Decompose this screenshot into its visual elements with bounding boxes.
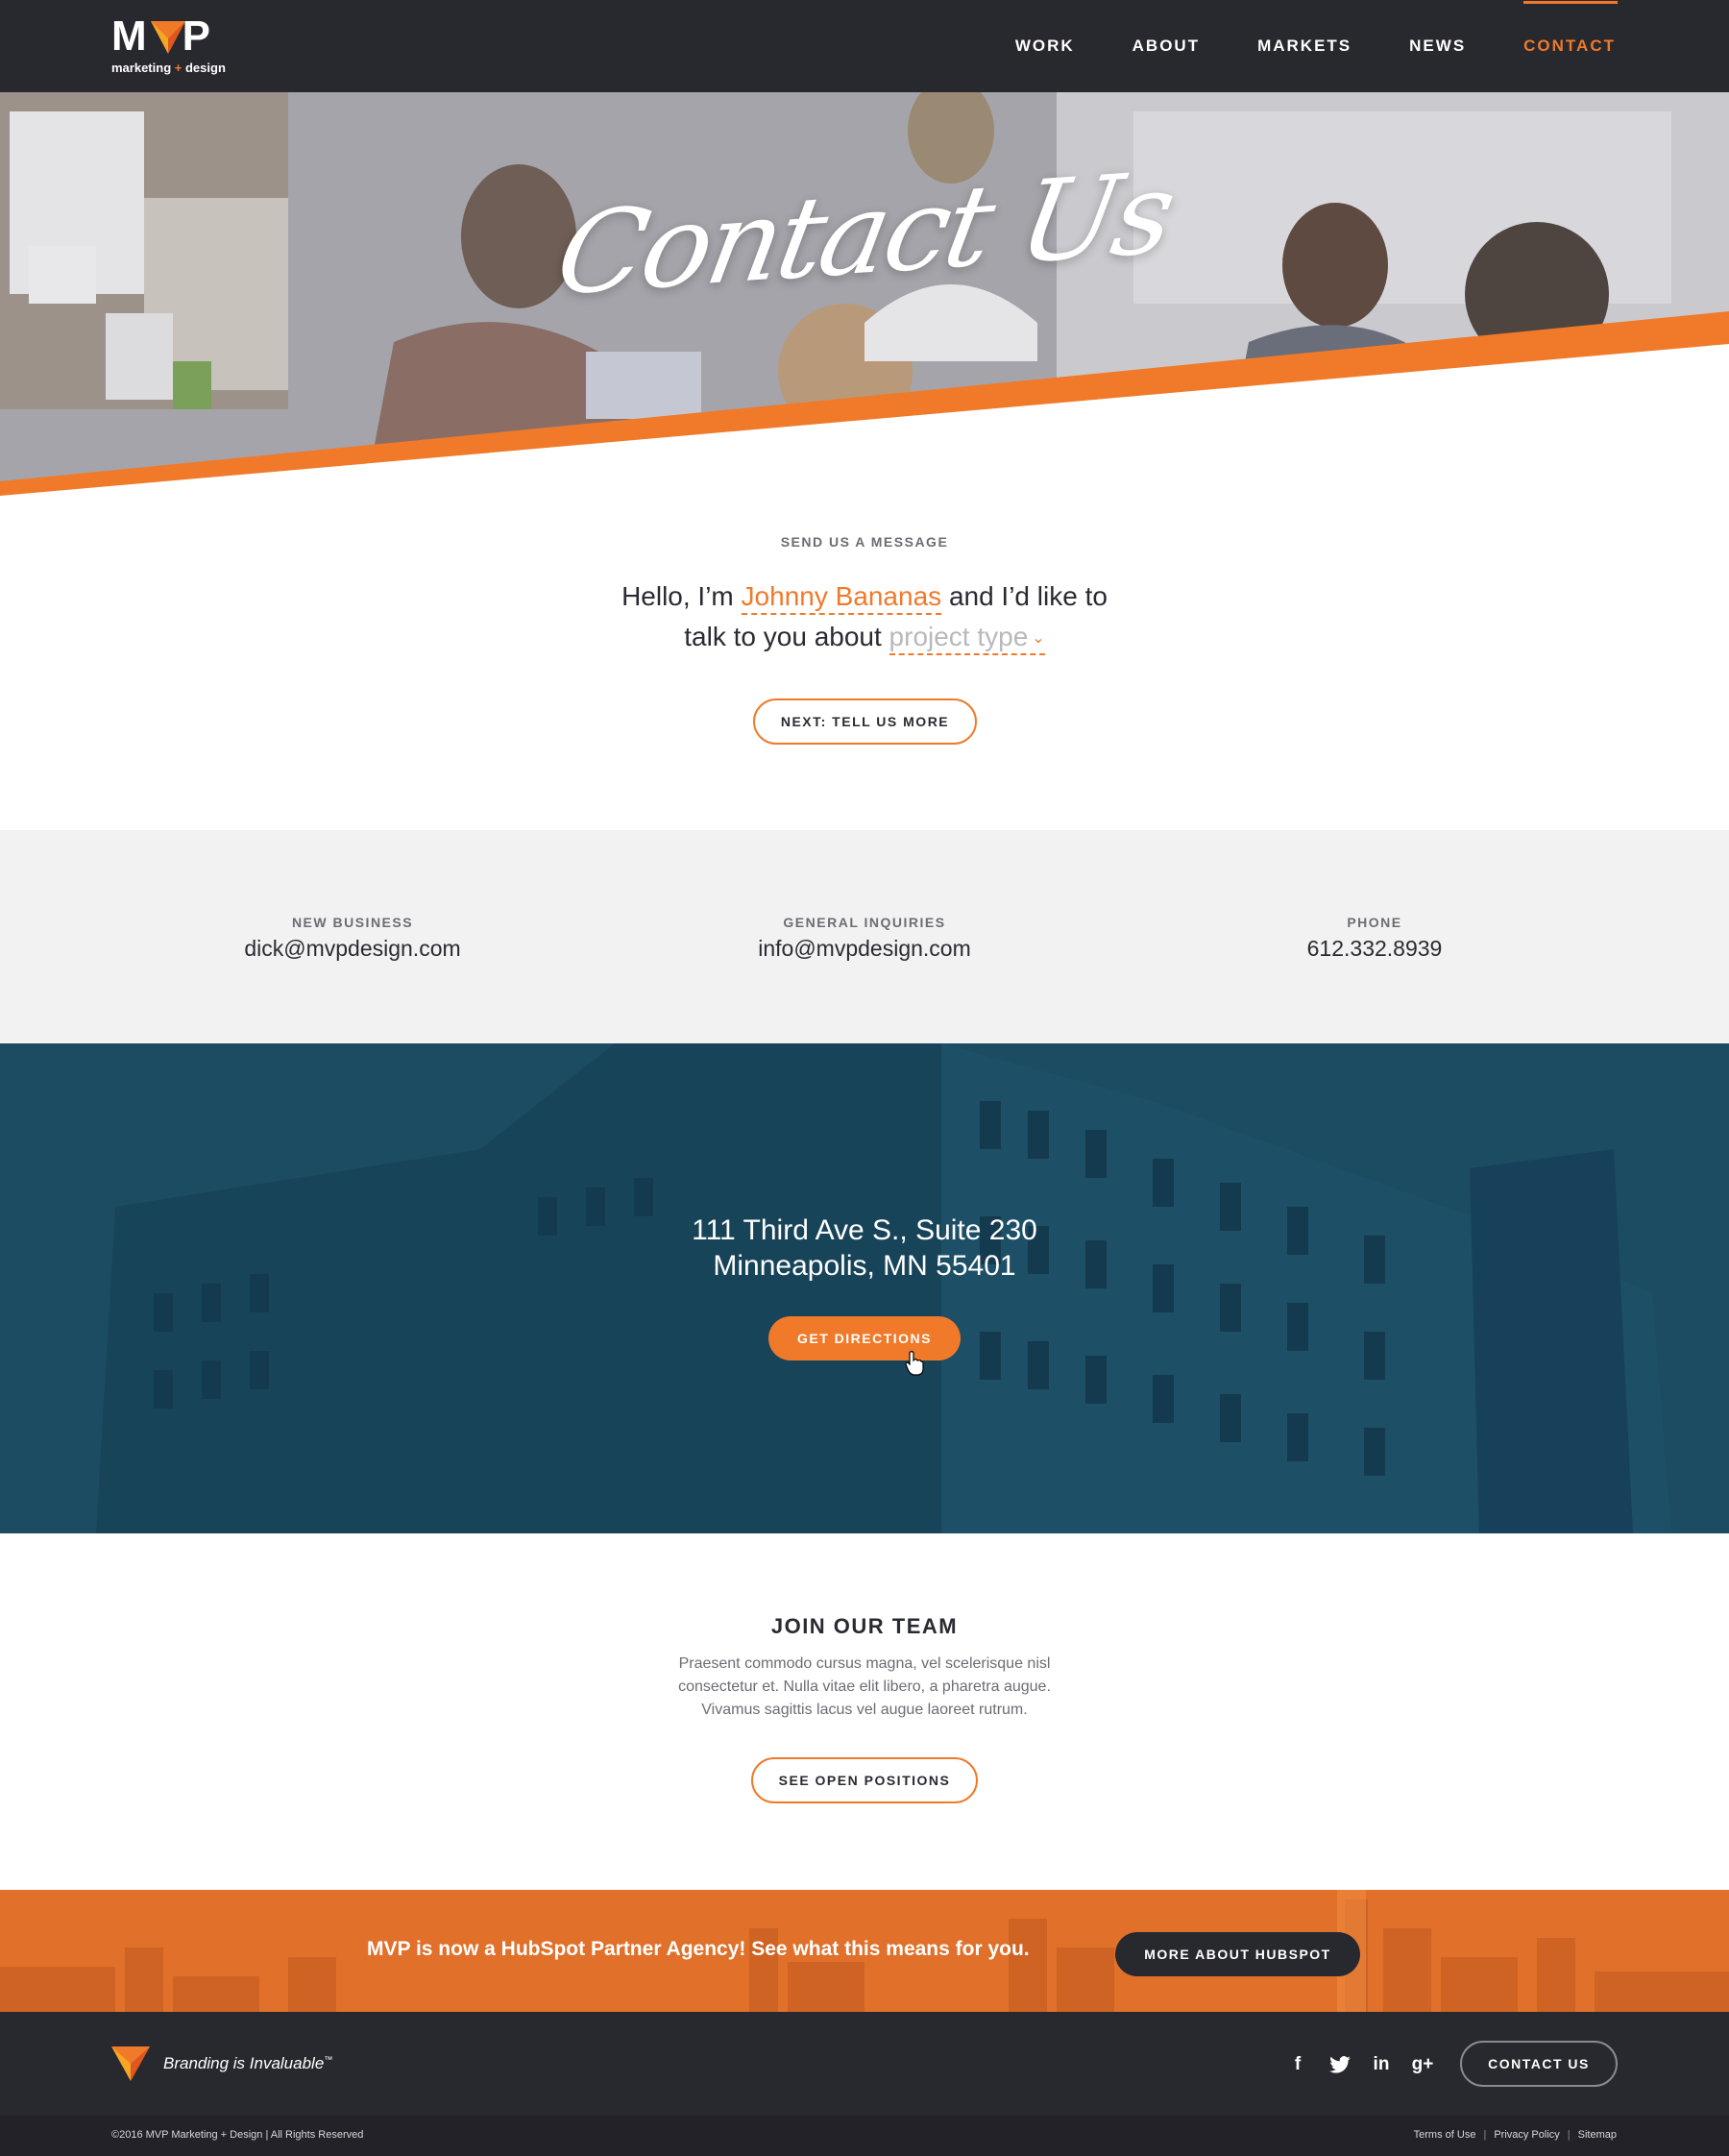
see-open-positions-button[interactable]: SEE OPEN POSITIONS bbox=[751, 1757, 978, 1803]
site-footer: Branding is Invaluable™ f in g+ CONTACT … bbox=[0, 2012, 1729, 2116]
sentence-part-2: and I’d like to bbox=[948, 581, 1108, 611]
message-eyebrow: SEND US A MESSAGE bbox=[780, 534, 949, 550]
facebook-icon[interactable]: f bbox=[1283, 2050, 1312, 2079]
main-nav: WORK ABOUT MARKETS NEWS CONTACT bbox=[1015, 0, 1618, 92]
chevron-down-icon: ⌄ bbox=[1032, 629, 1045, 647]
footer-bottom-bar: ©2016 MVP Marketing + Design | All Right… bbox=[0, 2116, 1729, 2156]
link-divider: | bbox=[1483, 2129, 1487, 2141]
nav-item-work[interactable]: WORK bbox=[1015, 37, 1075, 56]
sentence-part-1: Hello, I’m bbox=[621, 581, 734, 611]
contact-phone-link[interactable]: 612.332.8939 bbox=[1182, 936, 1567, 962]
office-address: 111 Third Ave S., Suite 230 Minneapolis,… bbox=[0, 1213, 1729, 1284]
next-tell-us-more-button[interactable]: NEXT: TELL US MORE bbox=[753, 698, 977, 745]
name-field[interactable]: Johnny Bananas bbox=[741, 581, 942, 615]
twitter-icon[interactable] bbox=[1326, 2050, 1354, 2079]
mvp-logo[interactable]: MP marketing + design bbox=[111, 15, 246, 77]
footer-contact-us-button[interactable]: CONTACT US bbox=[1460, 2041, 1618, 2087]
contact-email-link[interactable]: info@mvpdesign.com bbox=[672, 936, 1057, 962]
terms-of-use-link[interactable]: Terms of Use bbox=[1414, 2129, 1476, 2141]
contact-general-inquiries: GENERAL INQUIRIES info@mvpdesign.com bbox=[672, 915, 1057, 962]
building-photo bbox=[0, 1043, 1729, 1533]
address-section: 111 Third Ave S., Suite 230 Minneapolis,… bbox=[0, 1043, 1729, 1533]
contact-info-strip: NEW BUSINESS dick@mvpdesign.com GENERAL … bbox=[0, 830, 1729, 1043]
nav-item-contact[interactable]: CONTACT bbox=[1523, 1, 1618, 56]
hubspot-announcement: MVP is now a HubSpot Partner Agency! See… bbox=[367, 1938, 1030, 1960]
site-header: MP marketing + design WORK ABOUT MARKETS… bbox=[0, 0, 1729, 92]
mad-lib-form: Hello, I’m Johnny Bananas and I’d like t… bbox=[0, 576, 1729, 659]
contact-label: PHONE bbox=[1347, 915, 1402, 930]
join-body-line: Vivamus sagittis lacus vel augue laoreet… bbox=[701, 1702, 1028, 1718]
join-team-title: JOIN OUR TEAM bbox=[770, 1614, 959, 1638]
hubspot-banner: MVP is now a HubSpot Partner Agency! See… bbox=[0, 1890, 1729, 2012]
more-about-hubspot-button[interactable]: MORE ABOUT HUBSPOT bbox=[1115, 1932, 1360, 1976]
google-plus-icon[interactable]: g+ bbox=[1408, 2050, 1437, 2079]
sitemap-link[interactable]: Sitemap bbox=[1578, 2129, 1617, 2141]
project-type-select[interactable]: project type ⌄ bbox=[889, 622, 1045, 655]
address-line-2: Minneapolis, MN 55401 bbox=[713, 1250, 1016, 1282]
legal-links: Terms of Use | Privacy Policy | Sitemap bbox=[1414, 2129, 1617, 2141]
linkedin-icon[interactable]: in bbox=[1367, 2050, 1396, 2079]
logo-triangle-icon bbox=[151, 21, 185, 54]
join-body-line: Praesent commodo cursus magna, vel scele… bbox=[678, 1655, 1051, 1672]
hand-cursor-icon bbox=[905, 1351, 924, 1376]
link-divider: | bbox=[1567, 2129, 1571, 2141]
privacy-policy-link[interactable]: Privacy Policy bbox=[1494, 2129, 1559, 2141]
sentence-part-3: talk to you about bbox=[684, 622, 882, 651]
logo-tagline: marketing + design bbox=[111, 61, 226, 75]
footer-tagline: Branding is Invaluable™ bbox=[163, 2054, 333, 2072]
contact-new-business: NEW BUSINESS dick@mvpdesign.com bbox=[160, 915, 545, 962]
nav-item-news[interactable]: NEWS bbox=[1409, 37, 1466, 56]
contact-label: NEW BUSINESS bbox=[291, 915, 414, 930]
contact-phone: PHONE 612.332.8939 bbox=[1182, 915, 1567, 962]
footer-logo-icon[interactable] bbox=[111, 2046, 150, 2081]
address-line-1: 111 Third Ave S., Suite 230 bbox=[692, 1214, 1037, 1246]
contact-label: GENERAL INQUIRIES bbox=[783, 915, 946, 930]
hero-banner: Contact Us bbox=[0, 92, 1729, 496]
project-type-placeholder: project type bbox=[889, 622, 1029, 651]
nav-item-about[interactable]: ABOUT bbox=[1132, 37, 1200, 56]
join-team-description: Praesent commodo cursus magna, vel scele… bbox=[624, 1653, 1105, 1722]
nav-item-markets[interactable]: MARKETS bbox=[1257, 37, 1352, 56]
copyright-text: ©2016 MVP Marketing + Design | All Right… bbox=[111, 2129, 364, 2141]
contact-email-link[interactable]: dick@mvpdesign.com bbox=[160, 936, 545, 962]
get-directions-button[interactable]: GET DIRECTIONS bbox=[768, 1316, 961, 1360]
join-body-line: consectetur et. Nulla vitae elit libero,… bbox=[678, 1678, 1051, 1695]
